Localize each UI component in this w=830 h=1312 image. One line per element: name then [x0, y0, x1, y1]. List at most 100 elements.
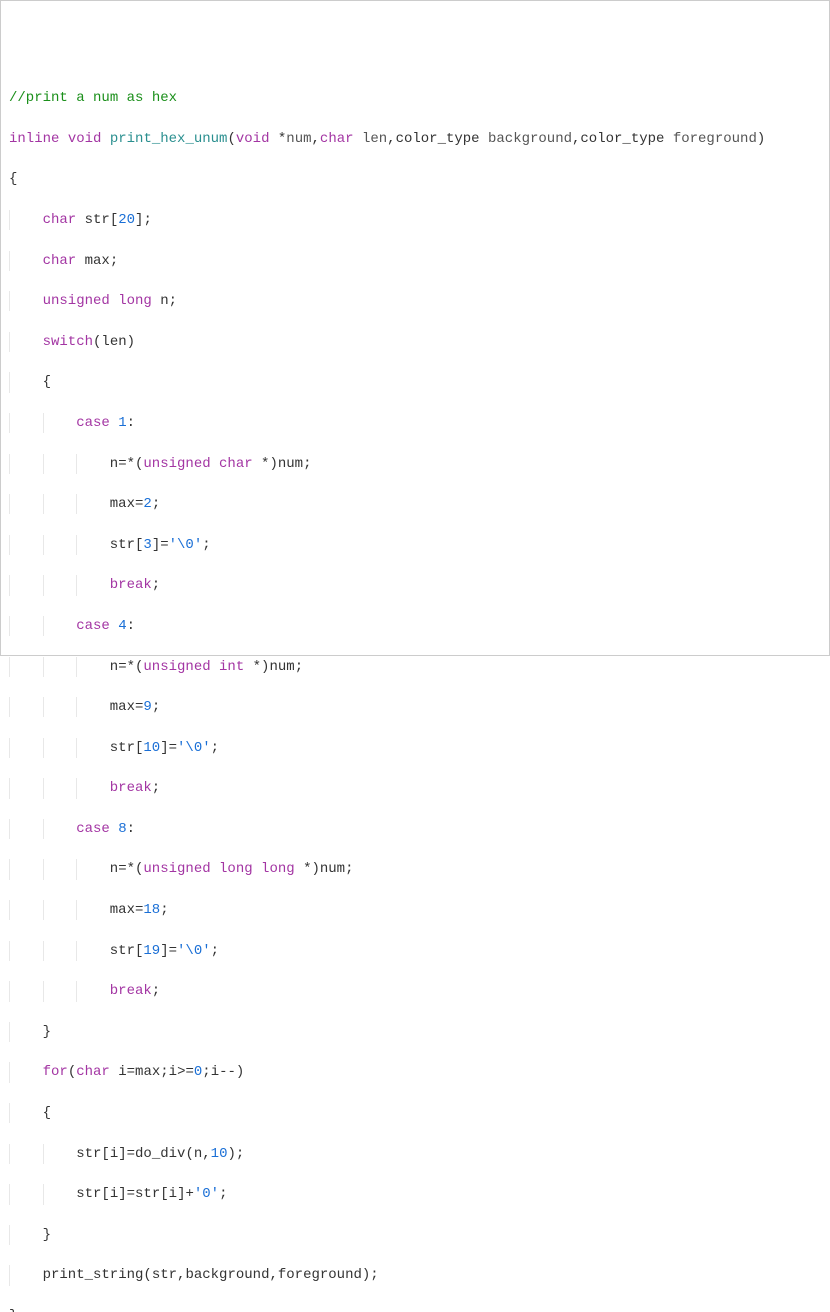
kw: char [43, 253, 77, 269]
punc: ) [127, 334, 135, 350]
punc: ; [303, 456, 311, 472]
indent-guide [9, 372, 43, 392]
kw: break [110, 577, 152, 593]
code-line: { [9, 169, 821, 189]
ident: i [169, 1186, 177, 1202]
punc: =*( [118, 456, 143, 472]
ident: len [101, 334, 126, 350]
punc: = [127, 1064, 135, 1080]
code-line: max=2; [9, 494, 821, 514]
kw: for [43, 1064, 68, 1080]
kw: char [43, 212, 77, 228]
kw: break [110, 983, 152, 999]
ident: str [135, 1186, 160, 1202]
punc: ]= [160, 740, 177, 756]
punc: ; [160, 1064, 168, 1080]
indent-guide [43, 941, 77, 961]
punc: ; [370, 1267, 378, 1283]
indent-guide [43, 981, 77, 1001]
indent-guide [43, 1184, 77, 1204]
num: 3 [143, 537, 151, 553]
code-line: inline void print_hex_unum(void *num,cha… [9, 129, 821, 149]
punc: ; [211, 740, 219, 756]
punc: : [127, 821, 135, 837]
func-name: print_hex_unum [110, 131, 228, 147]
ident: max [85, 253, 110, 269]
kw: long [261, 861, 295, 877]
indent-guide [9, 778, 43, 798]
code-line: char max; [9, 251, 821, 271]
ident: str [110, 943, 135, 959]
punc: ; [295, 659, 303, 675]
punc: ]= [118, 1186, 135, 1202]
ident: max [110, 902, 135, 918]
char-lit: '0' [194, 1186, 219, 1202]
indent-guide [9, 1022, 43, 1042]
num: 8 [118, 821, 126, 837]
indent-guide [43, 494, 77, 514]
punc: ( [185, 1146, 193, 1162]
code-line: unsigned long n; [9, 291, 821, 311]
indent-guide [43, 778, 77, 798]
indent-guide [9, 535, 43, 555]
indent-guide [76, 859, 110, 879]
call: do_div [135, 1146, 185, 1162]
punc: =*( [118, 659, 143, 675]
punc: ]= [152, 537, 169, 553]
punc: -- [219, 1064, 236, 1080]
punc: *) [303, 861, 320, 877]
indent-guide [9, 819, 43, 839]
punc: ; [143, 212, 151, 228]
punc: ) [362, 1267, 370, 1283]
indent-guide [43, 697, 77, 717]
indent-guide [43, 1144, 77, 1164]
code-line: str[3]='\0'; [9, 535, 821, 555]
punc: =*( [118, 861, 143, 877]
kw: case [76, 415, 110, 431]
punc: [ [110, 212, 118, 228]
indent-guide [43, 575, 77, 595]
call: print_string [43, 1267, 144, 1283]
ident: n [160, 293, 168, 309]
punc: ]= [118, 1146, 135, 1162]
indent-guide [43, 657, 77, 677]
indent-guide [9, 291, 43, 311]
ident: str [110, 740, 135, 756]
punc: *) [261, 456, 278, 472]
brace: { [9, 171, 17, 187]
code-line: str[i]=str[i]+'0'; [9, 1184, 821, 1204]
indent-guide [76, 454, 110, 474]
indent-guide [9, 454, 43, 474]
param: len [362, 131, 387, 147]
ident: max [110, 496, 135, 512]
punc: ; [152, 496, 160, 512]
punc: , [202, 1146, 210, 1162]
indent-guide [9, 1265, 43, 1285]
indent-guide [9, 1225, 43, 1245]
indent-guide [43, 859, 77, 879]
num: 10 [143, 740, 160, 756]
ident: foreground [278, 1267, 362, 1283]
indent-guide [9, 1103, 43, 1123]
ident: i [118, 1064, 126, 1080]
num: 18 [143, 902, 160, 918]
brace: } [43, 1227, 51, 1243]
indent-guide [9, 616, 43, 636]
num: 20 [118, 212, 135, 228]
indent-guide [9, 210, 43, 230]
ident: i [169, 1064, 177, 1080]
indent-guide [76, 981, 110, 1001]
ident: n [110, 456, 118, 472]
kw: unsigned [143, 456, 210, 472]
num: 9 [143, 699, 151, 715]
indent-guide [9, 657, 43, 677]
kw: unsigned [143, 861, 210, 877]
comment: //print a num as hex [9, 90, 177, 106]
indent-guide [76, 575, 110, 595]
indent-guide [43, 413, 77, 433]
kw: char [320, 131, 354, 147]
kw: int [219, 659, 244, 675]
ident: str [76, 1146, 101, 1162]
num: 2 [143, 496, 151, 512]
kw: long [118, 293, 152, 309]
